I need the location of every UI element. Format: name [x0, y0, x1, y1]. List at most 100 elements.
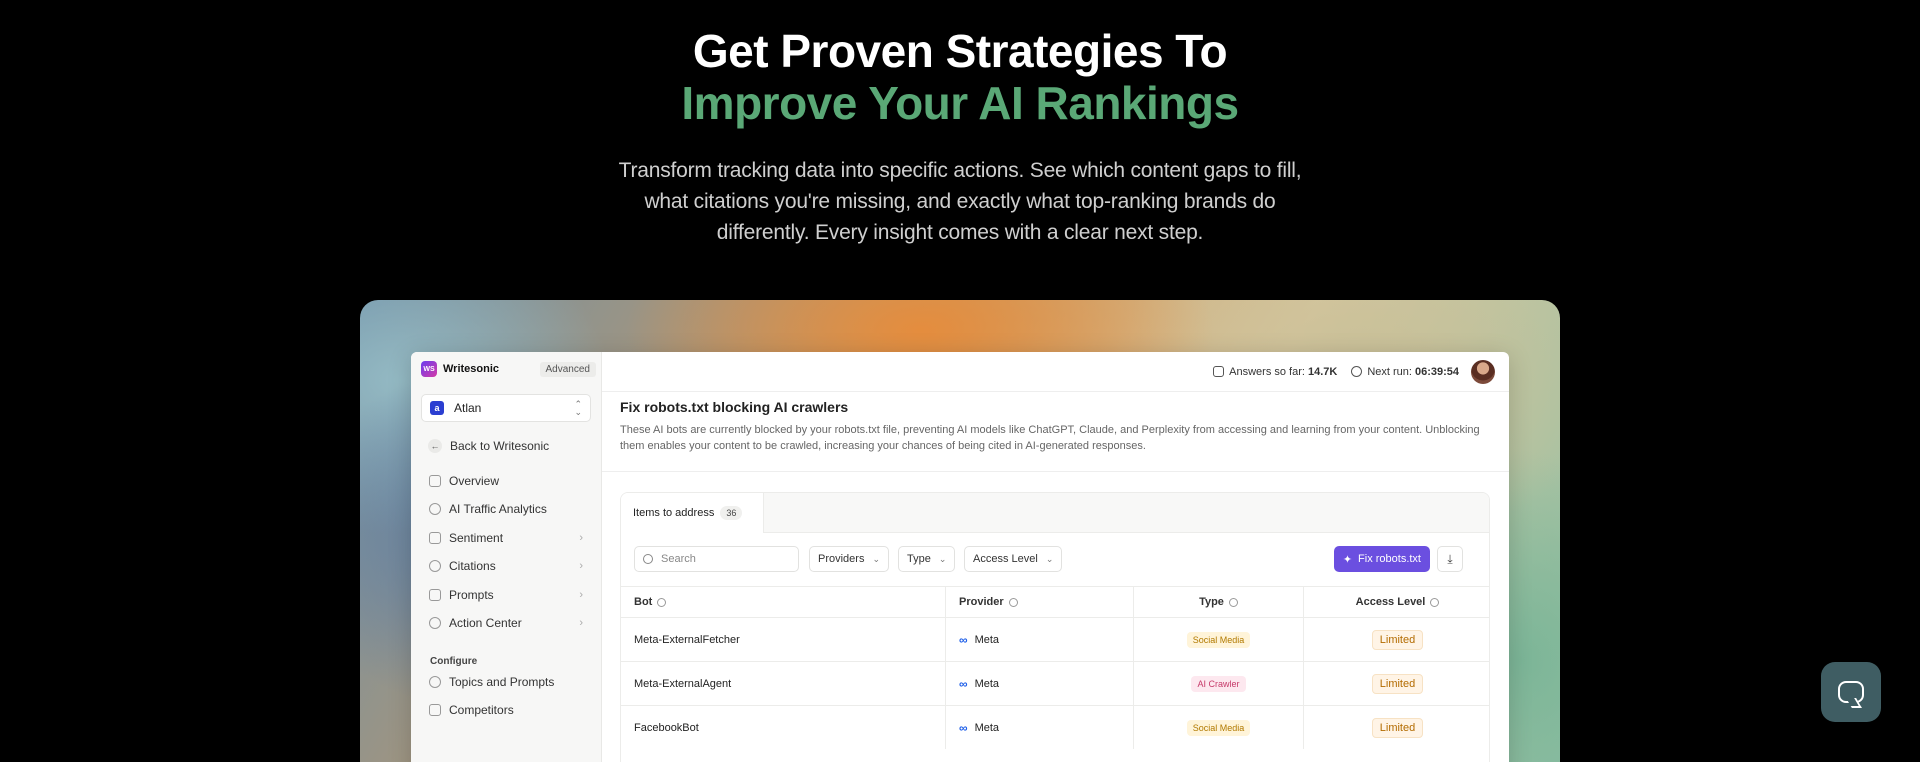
column-header-provider[interactable]: Provider — [946, 587, 1134, 617]
workspace-select[interactable]: a Atlan ⌃ ⌄ — [421, 394, 591, 422]
workspace-icon: a — [430, 401, 444, 415]
avatar[interactable] — [1471, 359, 1495, 384]
header-label: Provider — [959, 596, 1004, 608]
arrow-left-icon: ← — [428, 439, 442, 453]
type-badge: Social Media — [1186, 719, 1251, 736]
info-icon — [1008, 597, 1018, 607]
lightbulb-icon — [429, 617, 441, 629]
type-filter[interactable]: Type ⌄ — [898, 546, 956, 572]
provider-cell: ∞ Meta — [946, 706, 1134, 749]
sidebar-item-topics-and-prompts[interactable]: Topics and Prompts — [423, 670, 591, 694]
answers-value: 14.7K — [1307, 365, 1338, 378]
hero-title: Get Proven Strategies To Improve Your AI… — [0, 0, 1920, 129]
sidebar-item-label: Prompts — [449, 588, 494, 602]
filter-label: Type — [907, 553, 931, 565]
provider-name: Meta — [974, 633, 1000, 646]
scale-icon — [429, 532, 441, 544]
access-cell: Limited — [1304, 662, 1489, 705]
app-window: WS Writesonic Advanced a Atlan ⌃ ⌄ ← Back… — [411, 352, 1509, 762]
hero-section: Get Proven Strategies To Improve Your AI… — [0, 0, 1920, 248]
answers-label: Answers so far: — [1229, 365, 1305, 378]
provider-cell: ∞ Meta — [946, 662, 1134, 705]
sidebar-item-sentiment[interactable]: Sentiment › — [423, 526, 591, 550]
tab-count-badge: 36 — [720, 506, 743, 520]
sidebar-item-action-center[interactable]: Action Center › — [423, 611, 591, 635]
hero-description: Transform tracking data into specific ac… — [618, 159, 1302, 244]
sidebar-item-overview[interactable]: Overview — [423, 469, 591, 493]
info-icon — [1228, 597, 1238, 607]
link-icon — [429, 560, 441, 572]
bot-cell: Meta-ExternalFetcher — [621, 618, 946, 661]
fix-robots-label: Fix robots.txt — [1358, 553, 1421, 565]
sidebar-item-citations[interactable]: Citations › — [423, 554, 591, 578]
header-label: Access Level — [1355, 596, 1426, 608]
column-header-bot[interactable]: Bot — [621, 587, 946, 617]
access-badge: Limited — [1371, 673, 1424, 694]
chevron-right-icon: › — [579, 560, 583, 572]
sidebar-item-label: Sentiment — [449, 531, 504, 545]
configure-section-label: Configure — [430, 656, 478, 667]
access-level-filter[interactable]: Access Level ⌄ — [964, 546, 1063, 572]
tab-bar: Items to address 36 — [621, 493, 1489, 533]
page-title: Fix robots.txt blocking AI crawlers — [620, 399, 849, 415]
next-run-label: Next run: — [1367, 365, 1412, 378]
chat-icon — [429, 676, 441, 688]
chevron-right-icon: › — [579, 617, 583, 629]
info-icon — [1430, 597, 1440, 607]
page-description: These AI bots are currently blocked by y… — [620, 424, 1480, 452]
messages-icon — [1213, 366, 1225, 377]
column-header-access-level[interactable]: Access Level — [1304, 587, 1489, 617]
workspace-name: Atlan — [454, 401, 482, 415]
globe-icon — [429, 503, 441, 515]
toolbar: Search Providers ⌄ Type ⌄ Access Level ⌄… — [634, 546, 1476, 572]
sidebar-item-label: Topics and Prompts — [449, 675, 555, 689]
message-icon — [429, 589, 441, 601]
chat-bubble-icon — [1838, 681, 1864, 703]
divider — [602, 471, 1509, 472]
filter-label: Providers — [818, 553, 865, 565]
meta-logo-icon: ∞ — [959, 720, 968, 735]
access-cell: Limited — [1304, 706, 1489, 749]
column-header-type[interactable]: Type — [1134, 587, 1304, 617]
filter-label: Access Level — [973, 553, 1038, 565]
table-row[interactable]: FacebookBot ∞ Meta Social Media Limited — [621, 705, 1489, 749]
table-row[interactable]: Meta-ExternalAgent ∞ Meta AI Crawler Limi… — [621, 661, 1489, 705]
type-cell: Social Media — [1134, 706, 1304, 749]
chat-support-button[interactable] — [1821, 662, 1881, 722]
header-label: Bot — [634, 596, 653, 608]
sidebar-item-label: Action Center — [449, 616, 522, 630]
main-content: Answers so far: 14.7K Next run: 06:39:54… — [602, 352, 1509, 762]
access-badge: Limited — [1371, 629, 1424, 650]
provider-cell: ∞ Meta — [946, 618, 1134, 661]
provider-name: Meta — [974, 677, 1000, 690]
download-button[interactable]: ⤓ — [1437, 546, 1463, 572]
tab-items-to-address[interactable]: Items to address 36 — [621, 493, 764, 533]
search-icon — [643, 554, 653, 564]
tab-label: Items to address — [633, 507, 715, 519]
providers-filter[interactable]: Providers ⌄ — [809, 546, 890, 572]
search-input[interactable]: Search — [634, 546, 799, 572]
type-badge: Social Media — [1186, 631, 1251, 648]
topbar: Answers so far: 14.7K Next run: 06:39:54 — [602, 352, 1509, 392]
header-label: Type — [1199, 596, 1224, 608]
next-run-value: 06:39:54 — [1414, 365, 1459, 378]
answers-stat: Answers so far: 14.7K — [1213, 366, 1337, 378]
sidebar-item-competitors[interactable]: Competitors — [423, 698, 591, 722]
table-row[interactable]: Meta-ExternalFetcher ∞ Meta Social Media … — [621, 617, 1489, 661]
sparkle-icon: ✦ — [1342, 553, 1353, 566]
access-badge: Limited — [1371, 717, 1424, 738]
sidebar-item-ai-traffic-analytics[interactable]: AI Traffic Analytics — [423, 497, 591, 521]
sidebar-item-prompts[interactable]: Prompts › — [423, 583, 591, 607]
bot-cell: Meta-ExternalAgent — [621, 662, 946, 705]
info-icon — [657, 597, 667, 607]
chevron-right-icon: › — [579, 532, 583, 544]
hero-title-line2: Improve Your AI Rankings — [681, 77, 1239, 129]
table-header: Bot Provider Type Access Level — [621, 586, 1489, 617]
fix-robots-button[interactable]: ✦ Fix robots.txt — [1333, 546, 1430, 572]
access-cell: Limited — [1304, 618, 1489, 661]
back-to-writesonic-link[interactable]: ← Back to Writesonic — [423, 434, 591, 458]
type-cell: AI Crawler — [1134, 662, 1304, 705]
chevron-down-icon: ⌄ — [938, 553, 947, 564]
chevron-right-icon: › — [579, 589, 583, 601]
brand-name: Writesonic — [443, 363, 500, 375]
